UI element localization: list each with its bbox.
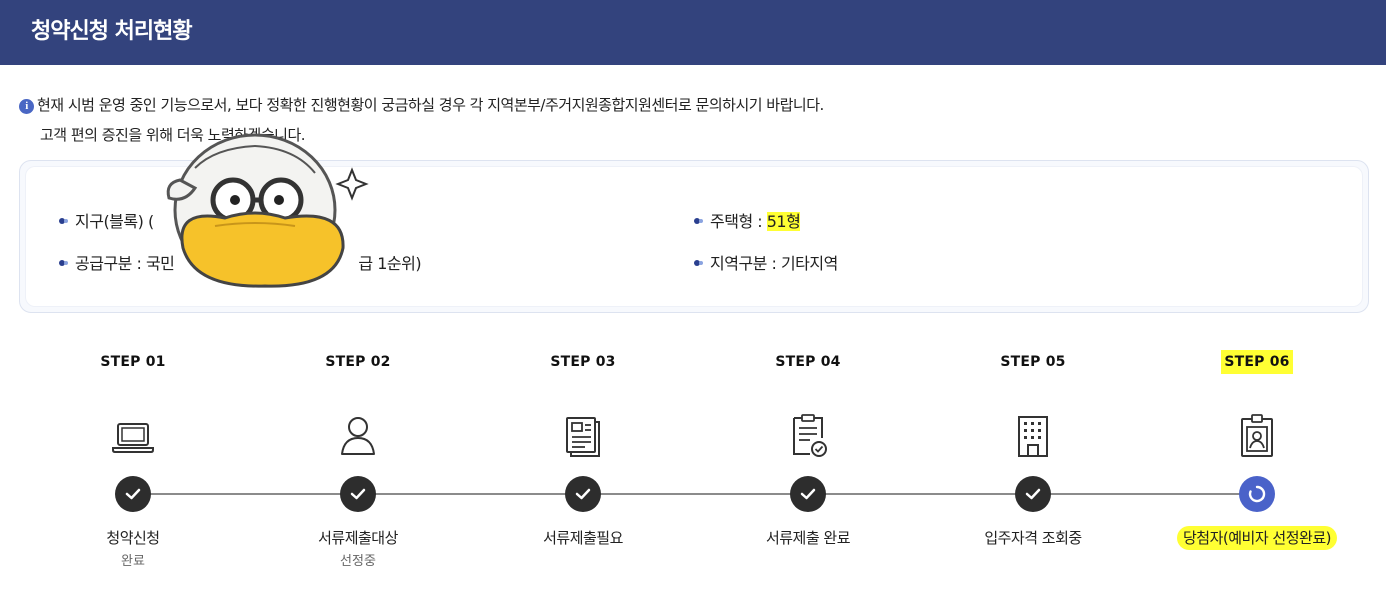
step-label: STEP 05: [1000, 354, 1066, 370]
step-complete-indicator: [565, 476, 601, 512]
step-status: 서류제출대상: [318, 529, 398, 547]
step-status: 서류제출필요: [543, 529, 623, 547]
step-label: STEP 01: [100, 354, 166, 370]
loading-spinner-icon: [1248, 485, 1266, 503]
info-housing-type: 주택형 : 51형: [694, 208, 801, 232]
step-status: 서류제출 완료: [765, 529, 851, 547]
step-complete-indicator: [340, 476, 376, 512]
step-status: 당첨자(예비자 선정완료): [1157, 526, 1357, 550]
bullet-icon: [694, 218, 704, 224]
check-icon: [575, 488, 591, 500]
progress-steps: STEP 01 청약신청 완료 STEP 02 서류제출대상 선정중 STEP …: [0, 350, 1386, 590]
laptop-icon: [112, 423, 154, 453]
bullet-icon: [59, 260, 69, 266]
step-05: STEP 05 입주자격 조회중: [933, 350, 1133, 547]
step-complete-indicator: [1015, 476, 1051, 512]
step-in-progress-indicator: [1239, 476, 1275, 512]
step-substatus: 완료: [121, 554, 145, 569]
step-status-text: 당첨자(예비자 선정완료): [1177, 526, 1337, 550]
person-icon: [341, 417, 375, 455]
bullet-icon: [59, 218, 69, 224]
check-icon: [1025, 488, 1041, 500]
info-district: 지구(블록) (: [59, 208, 154, 232]
district-value: (: [147, 212, 154, 231]
notice: i 현재 시범 운영 중인 기능으로서, 보다 정확한 진행현황이 궁금하실 경우…: [19, 90, 824, 150]
info-region: 지역구분 : 기타지역: [694, 250, 838, 274]
document-check-icon: [793, 414, 827, 457]
district-label: 지구(블록): [75, 212, 144, 231]
notice-line-1: i 현재 시범 운영 중인 기능으로서, 보다 정확한 진행현황이 궁금하실 경우…: [19, 90, 824, 120]
check-icon: [125, 488, 141, 500]
step-status: 청약신청: [106, 529, 160, 547]
region-label: 지역구분 : 기타지역: [710, 254, 838, 273]
step-label: STEP 06: [1221, 350, 1293, 374]
step-06: STEP 06 당첨자(예비자 선정완료): [1157, 350, 1357, 550]
step-label: STEP 02: [325, 354, 391, 370]
step-04: STEP 04 서류제출 완료: [708, 350, 908, 547]
progress-line: [133, 493, 1257, 495]
id-badge-icon: [1241, 414, 1273, 457]
info-icon: i: [19, 99, 34, 114]
page-header: 청약신청 처리현황: [0, 0, 1386, 65]
step-01: STEP 01 청약신청 완료: [33, 350, 233, 569]
step-02: STEP 02 서류제출대상 선정중: [258, 350, 458, 569]
check-icon: [350, 488, 366, 500]
step-label: STEP 03: [550, 354, 616, 370]
step-label: STEP 04: [775, 354, 841, 370]
document-icon: [566, 417, 600, 457]
step-status: 입주자격 조회중: [984, 529, 1082, 547]
housing-type-value: 51형: [766, 212, 801, 231]
notice-text-2: 고객 편의 증진을 위해 더욱 노력하겠습니다.: [40, 126, 306, 144]
notice-text-1: 현재 시범 운영 중인 기능으로서, 보다 정확한 진행현황이 궁금하실 경우 …: [37, 96, 824, 114]
step-complete-indicator: [790, 476, 826, 512]
step-complete-indicator: [115, 476, 151, 512]
bullet-icon: [694, 260, 704, 266]
housing-type-label: 주택형 :: [710, 212, 767, 231]
page-title: 청약신청 처리현황: [31, 19, 193, 44]
building-icon: [1018, 416, 1048, 457]
step-03: STEP 03 서류제출필요: [483, 350, 683, 547]
mascot-sticker: [166, 133, 369, 288]
check-icon: [800, 488, 816, 500]
step-substatus: 선정중: [340, 554, 376, 569]
